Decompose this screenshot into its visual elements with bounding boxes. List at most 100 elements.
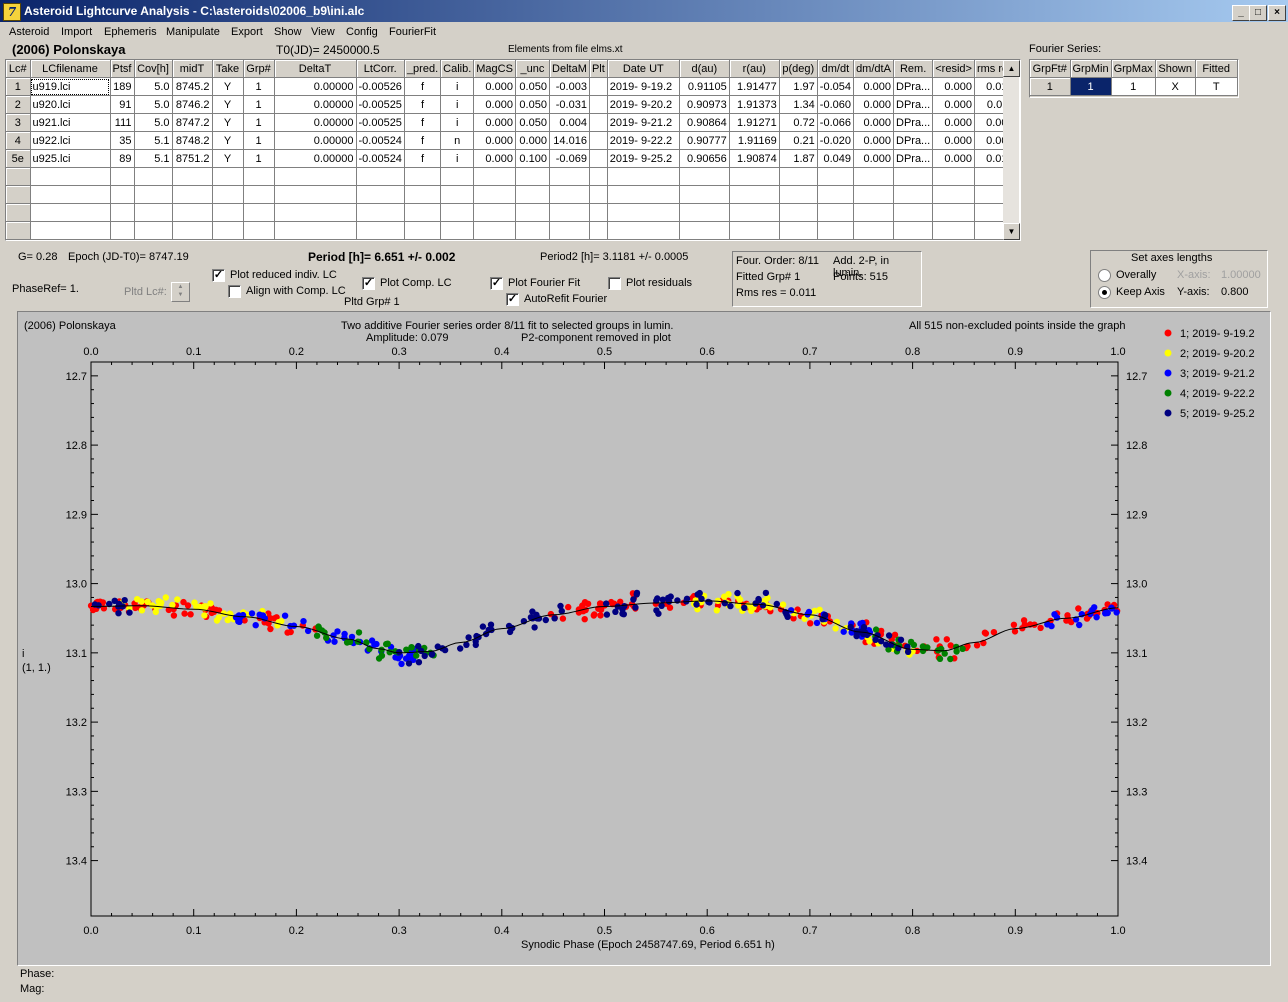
lc-col-header[interactable]: DeltaM <box>549 60 590 78</box>
table-cell[interactable] <box>110 185 135 204</box>
table-cell[interactable] <box>172 221 213 240</box>
table-cell[interactable]: 0.00000 <box>274 113 357 132</box>
table-cell[interactable]: f <box>404 131 442 150</box>
table-cell[interactable]: 189 <box>110 77 135 96</box>
table-cell[interactable] <box>729 221 780 240</box>
table-cell[interactable] <box>853 185 894 204</box>
table-cell[interactable]: 0.100 <box>515 149 550 168</box>
table-cell[interactable] <box>607 221 680 240</box>
lc-col-header[interactable]: Lc# <box>6 60 31 78</box>
table-cell[interactable]: Y <box>212 113 244 132</box>
table-cell[interactable]: 0.000 <box>515 131 550 150</box>
table-cell[interactable] <box>817 167 855 186</box>
fourier-cell[interactable]: 1 <box>1111 77 1156 96</box>
table-cell[interactable] <box>356 221 405 240</box>
table-cell[interactable]: DPra... <box>893 131 934 150</box>
table-cell[interactable] <box>817 221 855 240</box>
table-cell[interactable] <box>515 203 550 222</box>
table-cell[interactable]: i <box>440 149 475 168</box>
table-cell[interactable]: 2019- 9-20.2 <box>607 95 680 114</box>
fourier-col-header[interactable]: Fitted <box>1195 60 1238 78</box>
table-cell[interactable]: 0.000 <box>853 95 894 114</box>
table-cell[interactable] <box>893 185 934 204</box>
table-cell[interactable]: -0.00525 <box>356 95 405 114</box>
fourier-cell[interactable]: T <box>1195 77 1238 96</box>
plot-residuals-checkbox[interactable] <box>608 277 621 290</box>
table-cell[interactable] <box>779 203 818 222</box>
table-cell[interactable] <box>853 203 894 222</box>
table-row[interactable]: 5e u925.lci 89 5.1 8751.2 Y 1 0.00000 -0.00524 f i… <box>6 149 1017 168</box>
table-cell[interactable] <box>589 131 608 150</box>
table-cell[interactable]: u925.lci <box>30 149 111 168</box>
table-cell[interactable]: 1 <box>243 131 275 150</box>
row-header[interactable]: 2 <box>6 95 31 114</box>
menu-show[interactable]: Show <box>274 26 302 38</box>
lc-col-header[interactable]: d(au) <box>679 60 730 78</box>
fourier-col-header[interactable]: GrpFt# <box>1030 60 1071 78</box>
table-cell[interactable]: 0.000 <box>932 131 975 150</box>
table-cell[interactable]: i <box>440 77 475 96</box>
table-cell[interactable]: 111 <box>110 113 135 132</box>
table-cell[interactable] <box>853 221 894 240</box>
table-cell[interactable]: 0.050 <box>515 113 550 132</box>
table-cell[interactable] <box>440 203 475 222</box>
menu-export[interactable]: Export <box>231 26 263 38</box>
table-cell[interactable] <box>893 167 934 186</box>
row-header[interactable]: 1 <box>6 77 31 96</box>
table-cell[interactable] <box>589 203 608 222</box>
table-cell[interactable]: 5.0 <box>134 113 173 132</box>
table-cell[interactable]: 1.97 <box>779 77 818 96</box>
table-cell[interactable] <box>679 167 730 186</box>
table-cell[interactable]: 1 <box>243 149 275 168</box>
table-cell[interactable] <box>274 167 357 186</box>
table-cell[interactable] <box>243 221 275 240</box>
table-cell[interactable] <box>589 95 608 114</box>
table-cell[interactable] <box>243 203 275 222</box>
table-row[interactable]: 2 u920.lci 91 5.0 8746.2 Y 1 0.00000 -0.00525 f i 0… <box>6 95 1017 114</box>
table-row[interactable]: 4 u922.lci 35 5.1 8748.2 Y 1 0.00000 -0.00524 f n 0… <box>6 131 1017 150</box>
table-cell[interactable]: -0.066 <box>817 113 855 132</box>
lc-col-header[interactable]: DeltaT <box>274 60 357 78</box>
table-cell[interactable]: -0.060 <box>817 95 855 114</box>
table-cell[interactable] <box>779 221 818 240</box>
table-cell[interactable]: 1.90874 <box>729 149 780 168</box>
table-cell[interactable]: 0.000 <box>473 95 516 114</box>
table-cell[interactable] <box>679 221 730 240</box>
table-cell[interactable] <box>817 203 855 222</box>
table-cell[interactable] <box>110 203 135 222</box>
scroll-up-icon[interactable]: ▲ <box>1003 60 1020 77</box>
fourier-cell[interactable]: 1 <box>1070 77 1112 96</box>
pltd-lc-spinner[interactable]: ▲ ▼ <box>171 282 190 302</box>
table-cell[interactable] <box>134 167 173 186</box>
lc-col-header[interactable]: Cov[h] <box>134 60 173 78</box>
table-cell[interactable]: -0.00524 <box>356 131 405 150</box>
table-cell[interactable]: 8746.2 <box>172 95 213 114</box>
table-cell[interactable]: -0.031 <box>549 95 590 114</box>
table-cell[interactable]: 2019- 9-25.2 <box>607 149 680 168</box>
table-cell[interactable]: -0.00524 <box>356 149 405 168</box>
table-cell[interactable] <box>212 185 244 204</box>
table-cell[interactable] <box>243 167 275 186</box>
table-cell[interactable]: f <box>404 95 442 114</box>
table-cell[interactable]: 0.000 <box>473 113 516 132</box>
table-cell[interactable]: 0.72 <box>779 113 818 132</box>
table-row[interactable]: 1 u919.lci 189 5.0 8745.2 Y 1 0.00000 -0.00526 f i… <box>6 77 1017 96</box>
table-cell[interactable]: -0.020 <box>817 131 855 150</box>
table-cell[interactable]: 8751.2 <box>172 149 213 168</box>
table-cell[interactable] <box>356 203 405 222</box>
table-cell[interactable]: 0.000 <box>932 113 975 132</box>
lc-col-header[interactable]: dm/dtA <box>853 60 894 78</box>
table-cell[interactable] <box>817 185 855 204</box>
table-cell[interactable]: 0.000 <box>853 77 894 96</box>
table-cell[interactable] <box>589 221 608 240</box>
table-cell[interactable]: f <box>404 77 442 96</box>
table-cell[interactable]: 0.000 <box>473 131 516 150</box>
table-cell[interactable] <box>134 221 173 240</box>
row-header[interactable] <box>6 221 31 240</box>
table-cell[interactable] <box>549 167 590 186</box>
table-cell[interactable]: Y <box>212 131 244 150</box>
lc-col-header[interactable]: Ptsf <box>110 60 135 78</box>
table-row[interactable] <box>6 221 1017 240</box>
table-cell[interactable]: Y <box>212 95 244 114</box>
table-cell[interactable] <box>607 167 680 186</box>
